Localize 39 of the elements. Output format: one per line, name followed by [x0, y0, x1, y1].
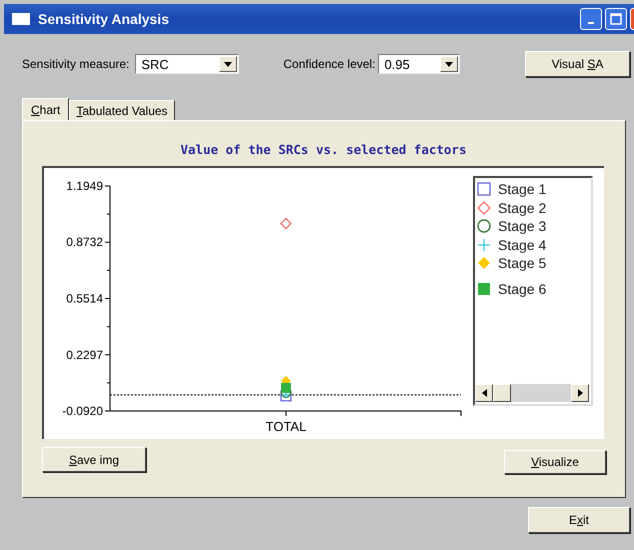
sensitivity-measure-dropdown[interactable]: SRC: [135, 54, 240, 74]
y-tick-label: 0.5514: [66, 292, 103, 306]
left-arrow-icon: [482, 389, 486, 397]
tab[interactable]: Tabulated Values: [69, 100, 175, 120]
tab[interactable]: Chart: [22, 98, 70, 120]
maximize-button[interactable]: [605, 8, 627, 30]
right-arrow-icon: [578, 389, 582, 397]
window-icon: [12, 13, 30, 25]
legend-label: Stage 5: [498, 255, 546, 272]
window-title: Sensitivity Analysis: [38, 11, 170, 27]
scroll-left-button[interactable]: [475, 384, 493, 402]
minimize-icon: [588, 22, 594, 24]
visualize-button[interactable]: Visualize: [504, 450, 606, 474]
save-image-button[interactable]: Save img: [42, 447, 146, 472]
legend-label: Stage 1: [498, 181, 546, 198]
y-tick-label: 0.2297: [66, 348, 103, 362]
horizontal-scrollbar[interactable]: [475, 384, 589, 402]
caret-icon: [445, 62, 454, 66]
x-category-label: TOTAL: [266, 419, 306, 434]
y-tick-label: 1.1949: [66, 179, 103, 193]
filled-square-marker: [281, 382, 291, 393]
caret-icon: [224, 62, 232, 66]
legend-label: Stage 4: [498, 236, 546, 253]
diamond-marker: [280, 218, 292, 230]
legend-label: Stage 6: [498, 280, 546, 297]
scroll-right-button[interactable]: [571, 384, 589, 402]
sensitivity-measure-label: Sensitivity measure:: [22, 57, 130, 71]
scrollbar-thumb[interactable]: [493, 384, 511, 402]
confidence-level-label: Confidence level:: [283, 57, 376, 71]
legend-label: Stage 2: [498, 200, 546, 216]
exit-button[interactable]: Exit: [528, 507, 630, 533]
confidence-level-dropdown[interactable]: 0.95: [378, 54, 460, 74]
chart-title: Value of the SRCs vs. selected factors: [180, 142, 468, 157]
legend-label: Stage 3: [498, 218, 546, 234]
y-tick-label: 0.8732: [66, 235, 103, 250]
visual-sa-button[interactable]: Visual SA: [525, 51, 630, 77]
minimize-button[interactable]: [580, 8, 602, 30]
y-tick-label: -0.0920: [62, 404, 103, 418]
maximize-icon: [610, 13, 622, 25]
